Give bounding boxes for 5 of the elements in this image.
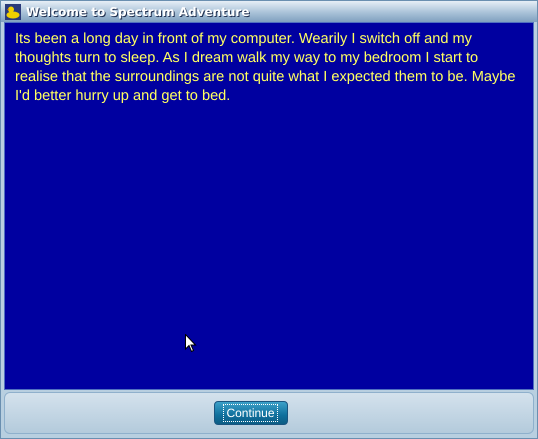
window-title: Welcome to Spectrum Adventure bbox=[26, 4, 250, 18]
duck-icon bbox=[5, 4, 21, 20]
mouse-pointer-icon bbox=[185, 334, 197, 353]
continue-button[interactable]: Continue bbox=[214, 401, 288, 425]
story-text: Its been a long day in front of my computer. Wearily I switch off and my thoughts turn to sleep. As I dream walk my way to my bedroom I start to realise that the surroundings are not quite what I expected them to be. Maybe I'd better hurry up and get to bed. bbox=[14, 30, 517, 106]
